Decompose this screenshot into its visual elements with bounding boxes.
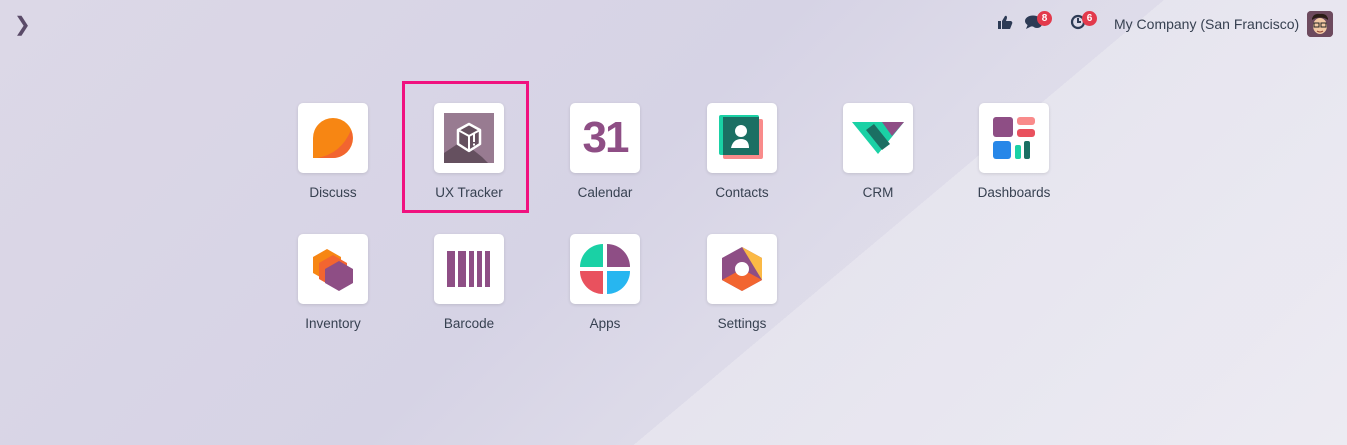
app-label: Discuss <box>309 185 357 200</box>
background-decoration <box>0 0 1347 445</box>
top-bar: ❯ 8 6 My Company (San Francisco) <box>0 0 1347 46</box>
app-label: Contacts <box>715 185 769 200</box>
thumbs-up-icon[interactable] <box>998 15 1013 29</box>
app-ux-tracker[interactable]: UX Tracker <box>401 103 537 200</box>
company-switcher[interactable]: My Company (San Francisco) <box>1114 16 1299 32</box>
discuss-icon <box>298 103 368 173</box>
contacts-icon <box>707 103 777 173</box>
barcode-icon <box>434 234 504 304</box>
app-label: UX Tracker <box>435 185 503 200</box>
app-dashboards[interactable]: Dashboards <box>946 103 1082 200</box>
crm-icon <box>843 103 913 173</box>
messages-button[interactable]: 8 <box>1025 11 1052 30</box>
calendar-icon: 31 <box>570 103 640 173</box>
apps-icon <box>570 234 640 304</box>
app-label: Settings <box>717 316 767 331</box>
app-label: Calendar <box>577 185 633 200</box>
app-label: Inventory <box>305 316 361 331</box>
user-avatar[interactable] <box>1307 11 1333 37</box>
activities-badge: 6 <box>1082 11 1097 26</box>
app-crm[interactable]: CRM <box>810 103 946 200</box>
chevron-right-icon[interactable]: ❯ <box>14 12 31 37</box>
app-calendar[interactable]: 31 Calendar <box>537 103 673 200</box>
app-contacts[interactable]: Contacts <box>674 103 810 200</box>
app-apps[interactable]: Apps <box>537 234 673 331</box>
activities-button[interactable]: 6 <box>1070 11 1097 30</box>
app-barcode[interactable]: Barcode <box>401 234 537 331</box>
app-label: Apps <box>589 316 621 331</box>
dashboards-icon <box>979 103 1049 173</box>
app-label: CRM <box>862 185 894 200</box>
settings-icon <box>707 234 777 304</box>
messages-badge: 8 <box>1037 11 1052 26</box>
app-label: Barcode <box>443 316 495 331</box>
app-label: Dashboards <box>977 185 1051 200</box>
app-discuss[interactable]: Discuss <box>265 103 401 200</box>
ux-tracker-icon <box>434 103 504 173</box>
app-settings[interactable]: Settings <box>674 234 810 331</box>
inventory-icon <box>298 234 368 304</box>
app-inventory[interactable]: Inventory <box>265 234 401 331</box>
calendar-icon-text: 31 <box>582 113 630 162</box>
